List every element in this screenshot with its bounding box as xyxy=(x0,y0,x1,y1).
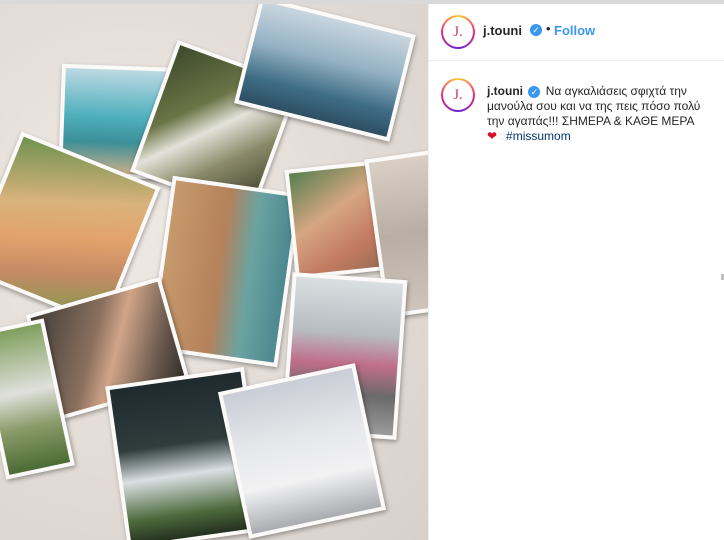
verified-icon: ✓ xyxy=(530,24,542,36)
red-heart-icon: ❤ xyxy=(487,129,498,143)
follow-button[interactable]: Follow xyxy=(554,23,595,38)
caption-avatar[interactable]: J. xyxy=(441,78,475,112)
avatar-letter: J. xyxy=(443,17,473,47)
post-photo[interactable] xyxy=(0,4,428,540)
small-heart-icon: ♡ xyxy=(497,132,507,143)
caption-username[interactable]: j.touni xyxy=(487,84,523,98)
avatar-letter: J. xyxy=(443,80,473,110)
post-caption: j.touni ✓ Να αγκαλιάσεις σφιχτά την μανο… xyxy=(487,84,717,145)
hashtag-link[interactable]: #missumom xyxy=(506,129,571,143)
separator-dot: • xyxy=(546,21,551,36)
post-header: J. j.touni ✓ • Follow xyxy=(429,4,724,61)
profile-avatar[interactable]: J. xyxy=(441,15,475,49)
post-side-panel: J. j.touni ✓ • Follow J. j.touni ✓ Να αγ… xyxy=(428,4,724,540)
header-username[interactable]: j.touni xyxy=(483,23,522,38)
verified-icon: ✓ xyxy=(528,85,541,98)
